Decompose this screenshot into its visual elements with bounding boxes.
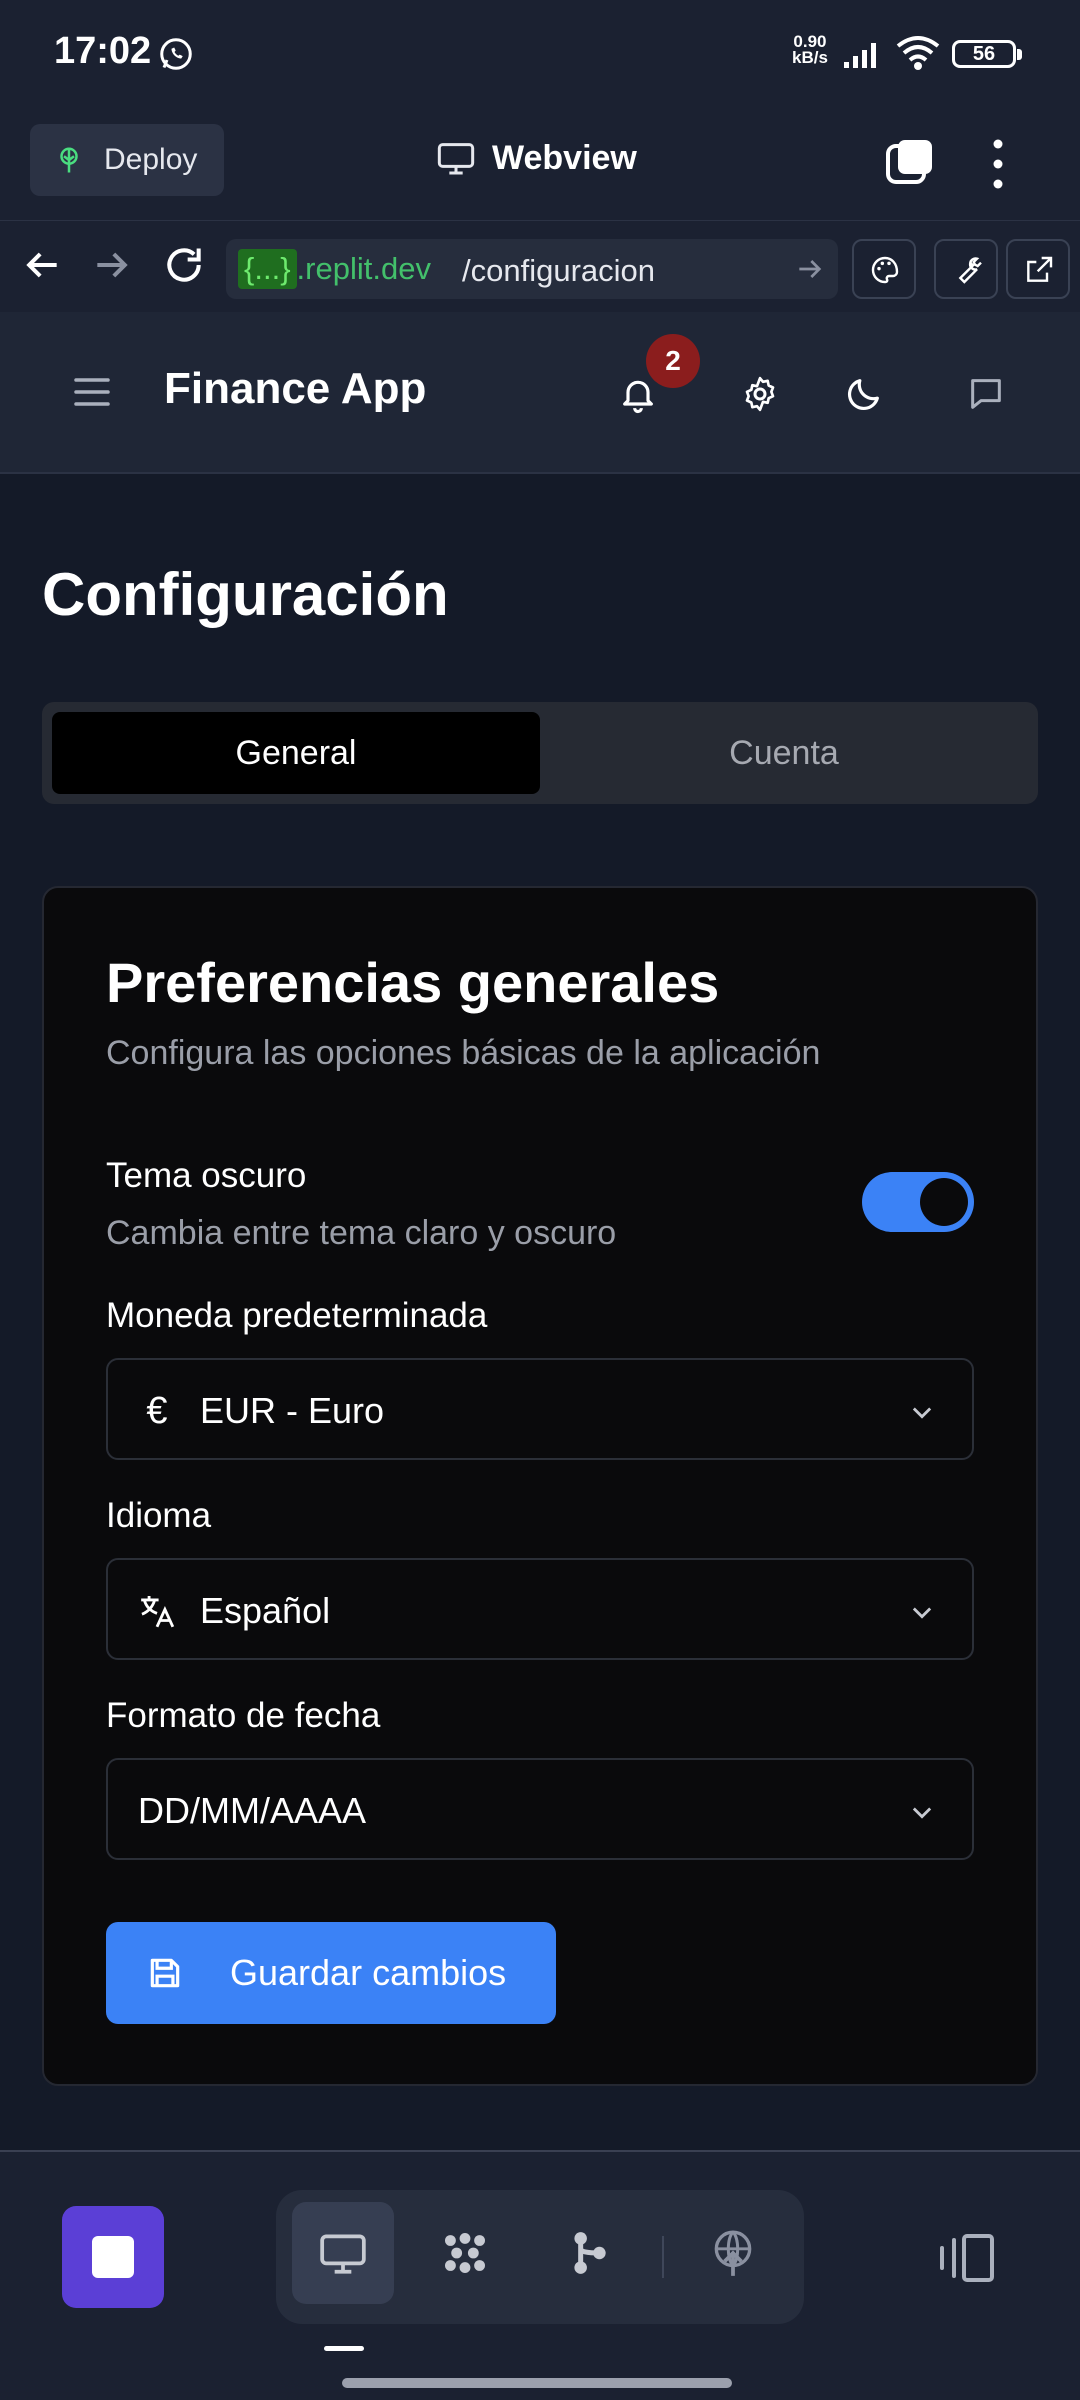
- currency-label: Moneda predeterminada: [106, 1296, 488, 1335]
- moon-icon[interactable]: [844, 374, 884, 414]
- deploy-globe-icon: [714, 2230, 752, 2276]
- save-icon: [150, 1958, 180, 1988]
- forward-arrow-icon[interactable]: [90, 243, 134, 287]
- webview-tool[interactable]: [292, 2202, 394, 2304]
- tool-separator: [662, 2236, 664, 2278]
- url-path: /configuracion: [462, 253, 656, 288]
- back-arrow-icon[interactable]: [20, 243, 64, 287]
- save-changes-button[interactable]: Guardar cambios: [106, 1922, 556, 2024]
- url-host-brace: {...}: [238, 249, 297, 289]
- nav-dash: [324, 2346, 364, 2351]
- save-changes-label: Guardar cambios: [230, 1952, 507, 1993]
- url-bar: {...} .replit.dev /configuracion: [0, 220, 1080, 312]
- page-title: Configuración: [42, 561, 449, 628]
- wrench-icon: [958, 257, 982, 284]
- tool-group: [276, 2190, 804, 2324]
- theme-palette-button[interactable]: [852, 239, 916, 299]
- general-preferences-card: Preferencias generales Configura las opc…: [42, 886, 1038, 2086]
- webview-title-label: Webview: [492, 138, 637, 177]
- deploy-tool[interactable]: [682, 2202, 784, 2304]
- language-select[interactable]: Español: [106, 1558, 974, 1660]
- split-view-icon[interactable]: [934, 2230, 998, 2286]
- signal-icon: [844, 43, 876, 68]
- open-external-button[interactable]: [1006, 239, 1070, 299]
- url-host: {...} .replit.dev: [238, 249, 431, 289]
- battery-indicator: 56: [952, 40, 1022, 68]
- message-icon[interactable]: [966, 374, 1006, 414]
- menu-icon[interactable]: [74, 372, 110, 412]
- whatsapp-icon: [160, 38, 192, 70]
- monitor-icon: [437, 143, 475, 175]
- dark-theme-label: Tema oscuro: [106, 1156, 307, 1195]
- more-vertical-icon[interactable]: [986, 136, 1010, 192]
- app-title: Finance App: [164, 364, 427, 413]
- git-branch-icon: [574, 2232, 606, 2274]
- go-arrow-icon[interactable]: [794, 253, 826, 285]
- bell-icon[interactable]: [618, 374, 658, 414]
- date-format-value: DD/MM/AAAA: [138, 1790, 367, 1831]
- chevron-down-icon: [912, 1807, 932, 1819]
- tab-general[interactable]: General: [52, 712, 540, 794]
- net-speed-unit: kB/s: [792, 48, 828, 67]
- agent-tool[interactable]: [414, 2202, 516, 2304]
- language-value: Español: [200, 1590, 331, 1631]
- deploy-icon: [60, 147, 78, 173]
- replit-toolbar: Deploy Webview: [0, 110, 1080, 220]
- git-tool[interactable]: [538, 2202, 640, 2304]
- status-bar: 17:02 0.90 kB/s 56: [0, 0, 1080, 110]
- devtools-button[interactable]: [934, 239, 998, 299]
- stop-button[interactable]: [62, 2206, 164, 2308]
- stop-icon: [92, 2236, 134, 2278]
- date-format-label: Formato de fecha: [106, 1696, 381, 1735]
- home-indicator[interactable]: [342, 2378, 732, 2388]
- url-input[interactable]: {...} .replit.dev /configuracion: [226, 239, 838, 299]
- external-link-icon: [1027, 256, 1053, 282]
- palette-icon: [871, 256, 899, 284]
- webview-title: Webview: [436, 138, 637, 178]
- chevron-down-icon: [912, 1407, 932, 1419]
- deploy-button[interactable]: Deploy: [30, 124, 224, 196]
- notification-badge: 2: [646, 334, 700, 388]
- dark-theme-description: Cambia entre tema claro y oscuro: [106, 1214, 617, 1252]
- net-speed: 0.90 kB/s: [792, 33, 828, 67]
- card-subtitle: Configura las opciones básicas de la apl…: [106, 1034, 821, 1072]
- refresh-icon[interactable]: [162, 243, 206, 287]
- agent-icon: [445, 2233, 485, 2273]
- currency-value: EUR - Euro: [200, 1390, 385, 1431]
- tabs-icon[interactable]: [884, 136, 936, 188]
- bottom-toolbar: [0, 2152, 1080, 2400]
- tab-cuenta[interactable]: Cuenta: [540, 712, 1028, 794]
- card-title: Preferencias generales: [106, 951, 720, 1014]
- date-format-select[interactable]: DD/MM/AAAA: [106, 1758, 974, 1860]
- status-time: 17:02: [54, 30, 152, 72]
- url-host-domain: .replit.dev: [296, 251, 431, 286]
- euro-icon: €: [146, 1390, 168, 1432]
- deploy-label: Deploy: [104, 143, 198, 176]
- settings-tabs: General Cuenta: [42, 702, 1038, 804]
- toggle-knob: [920, 1178, 968, 1226]
- gear-icon[interactable]: [740, 374, 780, 414]
- dark-theme-toggle[interactable]: [862, 1172, 974, 1232]
- wifi-icon: [896, 36, 940, 70]
- chevron-down-icon: [912, 1607, 932, 1619]
- language-label: Idioma: [106, 1496, 212, 1535]
- monitor-icon: [320, 2234, 366, 2274]
- translate-icon: [141, 1595, 175, 1628]
- currency-select[interactable]: € EUR - Euro: [106, 1358, 974, 1460]
- app-header: Finance App 2: [0, 312, 1080, 474]
